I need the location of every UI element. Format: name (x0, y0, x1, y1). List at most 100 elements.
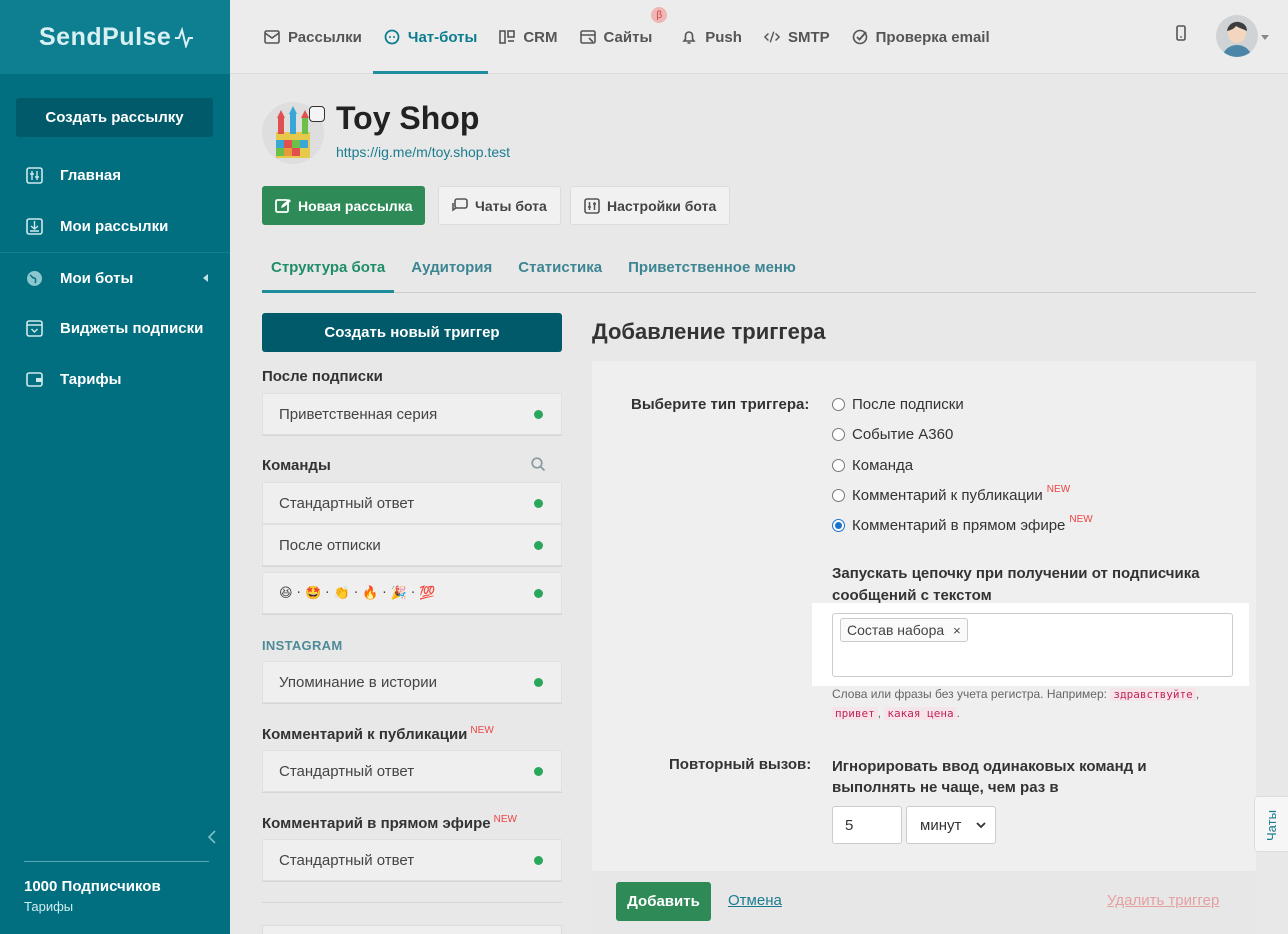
trigger-item[interactable]: Упоминание в истории (262, 661, 562, 703)
sidebar-item-label: Мои боты (60, 269, 134, 287)
sidebar-item-widgets[interactable]: Виджеты подписки (0, 303, 230, 354)
select-value: минут (920, 816, 962, 834)
active-status-dot (534, 541, 543, 550)
sidebar: SendPulse Создать рассылку Главная Мои р… (0, 0, 230, 934)
chats-side-tab[interactable]: Чаты (1254, 796, 1288, 852)
active-status-dot (534, 499, 543, 508)
trigger-item[interactable]: Стандартный ответ (262, 482, 562, 524)
radio-event-a360[interactable]: Событие А360 (832, 426, 953, 443)
tab-welcome-menu[interactable]: Приветственное меню (619, 243, 805, 292)
radio-post-comment[interactable]: Комментарий к публикации NEW (832, 484, 1070, 504)
new-badge: NEW (470, 725, 494, 736)
topnav-push[interactable]: Push (670, 0, 753, 74)
beta-badge: β (651, 7, 668, 23)
repeat-unit-select[interactable]: минут (906, 806, 996, 844)
topnav-campaigns[interactable]: Рассылки (253, 0, 373, 74)
topnav-sites[interactable]: Сайты β (569, 0, 671, 74)
sidebar-item-home[interactable]: Главная (0, 150, 230, 201)
radio-after-subscribe[interactable]: После подписки (832, 396, 964, 413)
bot-settings-button[interactable]: Настройки бота (570, 186, 731, 225)
topnav-smtp[interactable]: SMTP (753, 0, 841, 74)
sidebar-item-campaigns[interactable]: Мои рассылки (0, 201, 230, 252)
globe-icon (25, 269, 43, 287)
settings-sliders-icon (584, 197, 600, 214)
radio-live-comment[interactable]: Комментарий в прямом эфире NEW (832, 514, 1093, 534)
sidebar-item-label: Виджеты подписки (60, 320, 204, 337)
bot-chats-button[interactable]: Чаты бота (438, 186, 561, 225)
instagram-icon (309, 106, 325, 122)
radio-button[interactable] (832, 428, 845, 441)
trigger-item[interactable]: После отписки (262, 524, 562, 566)
group-label-instagram: INSTAGRAM (262, 638, 343, 653)
campaigns-icon (25, 218, 43, 236)
active-status-dot (534, 767, 543, 776)
bell-icon (681, 29, 697, 45)
topnav-label: Push (705, 28, 742, 46)
chat-icon (452, 198, 468, 213)
radio-button[interactable] (832, 459, 845, 472)
new-campaign-button[interactable]: Новая рассылка (262, 186, 426, 225)
chats-tab-label: Чаты (1264, 810, 1279, 841)
chevron-down-icon[interactable] (1261, 35, 1269, 40)
radio-button-selected[interactable] (832, 519, 845, 532)
radio-button[interactable] (832, 398, 845, 411)
group-title-commands: Команды (262, 457, 562, 474)
group-title-label: Команды (262, 457, 331, 474)
keyword-hint: Слова или фразы без учета регистра. Напр… (832, 687, 1200, 720)
pulse-icon (175, 26, 194, 48)
check-icon (852, 29, 868, 45)
topnav-label: Сайты (603, 28, 653, 46)
site-icon (579, 29, 596, 45)
tab-audience[interactable]: Аудитория (402, 243, 501, 292)
add-trigger-button[interactable]: Добавить (616, 882, 711, 921)
code-icon (763, 29, 780, 45)
trigger-label: После отписки (279, 536, 381, 554)
avatar[interactable] (1216, 15, 1258, 57)
sidebar-item-tariffs[interactable]: Тарифы (0, 354, 230, 405)
radio-command[interactable]: Команда (832, 457, 913, 474)
remove-chip-icon[interactable]: × (953, 623, 961, 638)
hint-example: какая цена (884, 707, 957, 720)
bot-title: Toy Shop (336, 100, 480, 136)
radio-label: Комментарий к публикации (852, 487, 1043, 504)
mobile-icon[interactable] (1176, 25, 1186, 44)
create-trigger-button[interactable]: Создать новый триггер (262, 313, 562, 352)
bot-tabs: Структура бота Аудитория Статистика Прив… (262, 243, 1256, 293)
tab-structure[interactable]: Структура бота (262, 243, 395, 293)
trigger-item[interactable]: Стандартный ответ (262, 750, 562, 792)
top-nav: Рассылки Чат-боты CRM Сайты β Push SMTP … (253, 0, 1001, 74)
search-icon[interactable] (531, 457, 546, 476)
new-badge: NEW (493, 814, 517, 825)
cancel-link[interactable]: Отмена (728, 892, 782, 909)
trigger-item[interactable]: Приветственная серия (262, 393, 562, 435)
bot-url[interactable]: https://ig.me/m/toy.shop.test (336, 144, 510, 160)
form-title: Добавление триггера (592, 319, 826, 344)
logo-area: SendPulse (0, 0, 230, 74)
chevron-down-icon (976, 818, 986, 836)
button-label: Чаты бота (475, 197, 547, 214)
trigger-label: Стандартный ответ (279, 494, 415, 512)
chip-label: Состав набора (847, 622, 945, 638)
group-title-label: Комментарий в прямом эфире (262, 815, 491, 832)
keyword-tags-input[interactable]: Состав набора × (832, 613, 1233, 677)
trigger-item[interactable]: 😆 · 🤩 · 👏 · 🔥 · 🎉 · 💯 (262, 572, 562, 614)
topnav-email-check[interactable]: Проверка email (841, 0, 1001, 74)
repeat-interval-input[interactable]: 5 (832, 806, 902, 844)
trigger-item[interactable] (262, 925, 562, 934)
collapse-sidebar-icon[interactable] (207, 830, 217, 849)
sidebar-item-bots[interactable]: Мои боты (0, 252, 230, 303)
trigger-item[interactable]: Стандартный ответ (262, 839, 562, 881)
tariffs-link[interactable]: Тарифы (24, 899, 209, 914)
button-label: Новая рассылка (298, 197, 413, 214)
tab-statistics[interactable]: Статистика (509, 243, 611, 292)
logo[interactable]: SendPulse (39, 23, 171, 52)
delete-trigger-link[interactable]: Удалить триггер (1107, 892, 1219, 909)
topnav-chatbots[interactable]: Чат-боты (372, 0, 489, 74)
create-campaign-button[interactable]: Создать рассылку (16, 98, 213, 137)
sidebar-item-label: Мои рассылки (60, 218, 169, 235)
top-bar: Рассылки Чат-боты CRM Сайты β Push SMTP … (230, 0, 1288, 74)
radio-button[interactable] (832, 489, 845, 502)
wallet-icon (25, 371, 43, 389)
topnav-crm[interactable]: CRM (488, 0, 568, 74)
main-content: Toy Shop https://ig.me/m/toy.shop.test Н… (230, 75, 1288, 934)
